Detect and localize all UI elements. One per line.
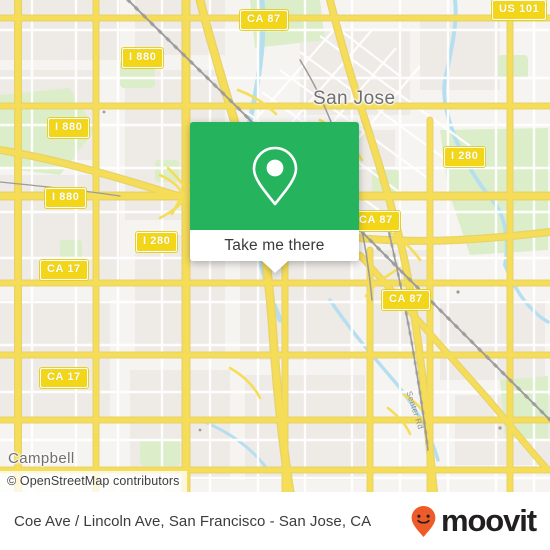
callout-pointer-tail	[261, 261, 288, 273]
shield-ca-87-south: CA 87	[382, 290, 430, 310]
shield-i-280-east: I 280	[444, 147, 486, 167]
shield-ca-17-south: CA 17	[40, 368, 88, 388]
shield-ca-87-center: CA 87	[352, 211, 400, 231]
footer-bar: Coe Ave / Lincoln Ave, San Francisco - S…	[0, 492, 550, 550]
location-pin-icon	[250, 145, 300, 207]
take-me-there-label: Take me there	[224, 236, 325, 254]
place-label-san-jose: San Jose	[313, 88, 396, 109]
location-title: Coe Ave / Lincoln Ave, San Francisco - S…	[14, 512, 372, 530]
moovit-map-screenshot: CA 87 US 101 I 880 I 880 I 280 I 880 CA 87 I 28…	[0, 0, 550, 550]
destination-callout-card[interactable]: Take me there	[190, 122, 359, 273]
callout-action-bar[interactable]: Take me there	[190, 230, 359, 273]
callout-top-panel	[190, 122, 359, 230]
moovit-brand[interactable]: moovit	[410, 502, 537, 538]
shield-us-101: US 101	[492, 0, 547, 20]
moovit-wordmark: moovit	[440, 502, 537, 538]
map-viewport[interactable]: CA 87 US 101 I 880 I 880 I 280 I 880 CA 87 I 28…	[0, 0, 550, 492]
shield-i-880-north: I 880	[122, 48, 164, 68]
map-attribution[interactable]: © OpenStreetMap contributors	[0, 471, 187, 492]
place-label-campbell: Campbell	[8, 450, 75, 467]
shield-i-280-west: I 280	[136, 232, 178, 252]
shield-i-880-mid: I 880	[45, 188, 87, 208]
moovit-pin-smiley-icon	[410, 505, 437, 538]
shield-ca-87-north: CA 87	[240, 10, 288, 30]
shield-ca-17-north: CA 17	[40, 260, 88, 280]
shield-i-880-west: I 880	[48, 118, 90, 138]
